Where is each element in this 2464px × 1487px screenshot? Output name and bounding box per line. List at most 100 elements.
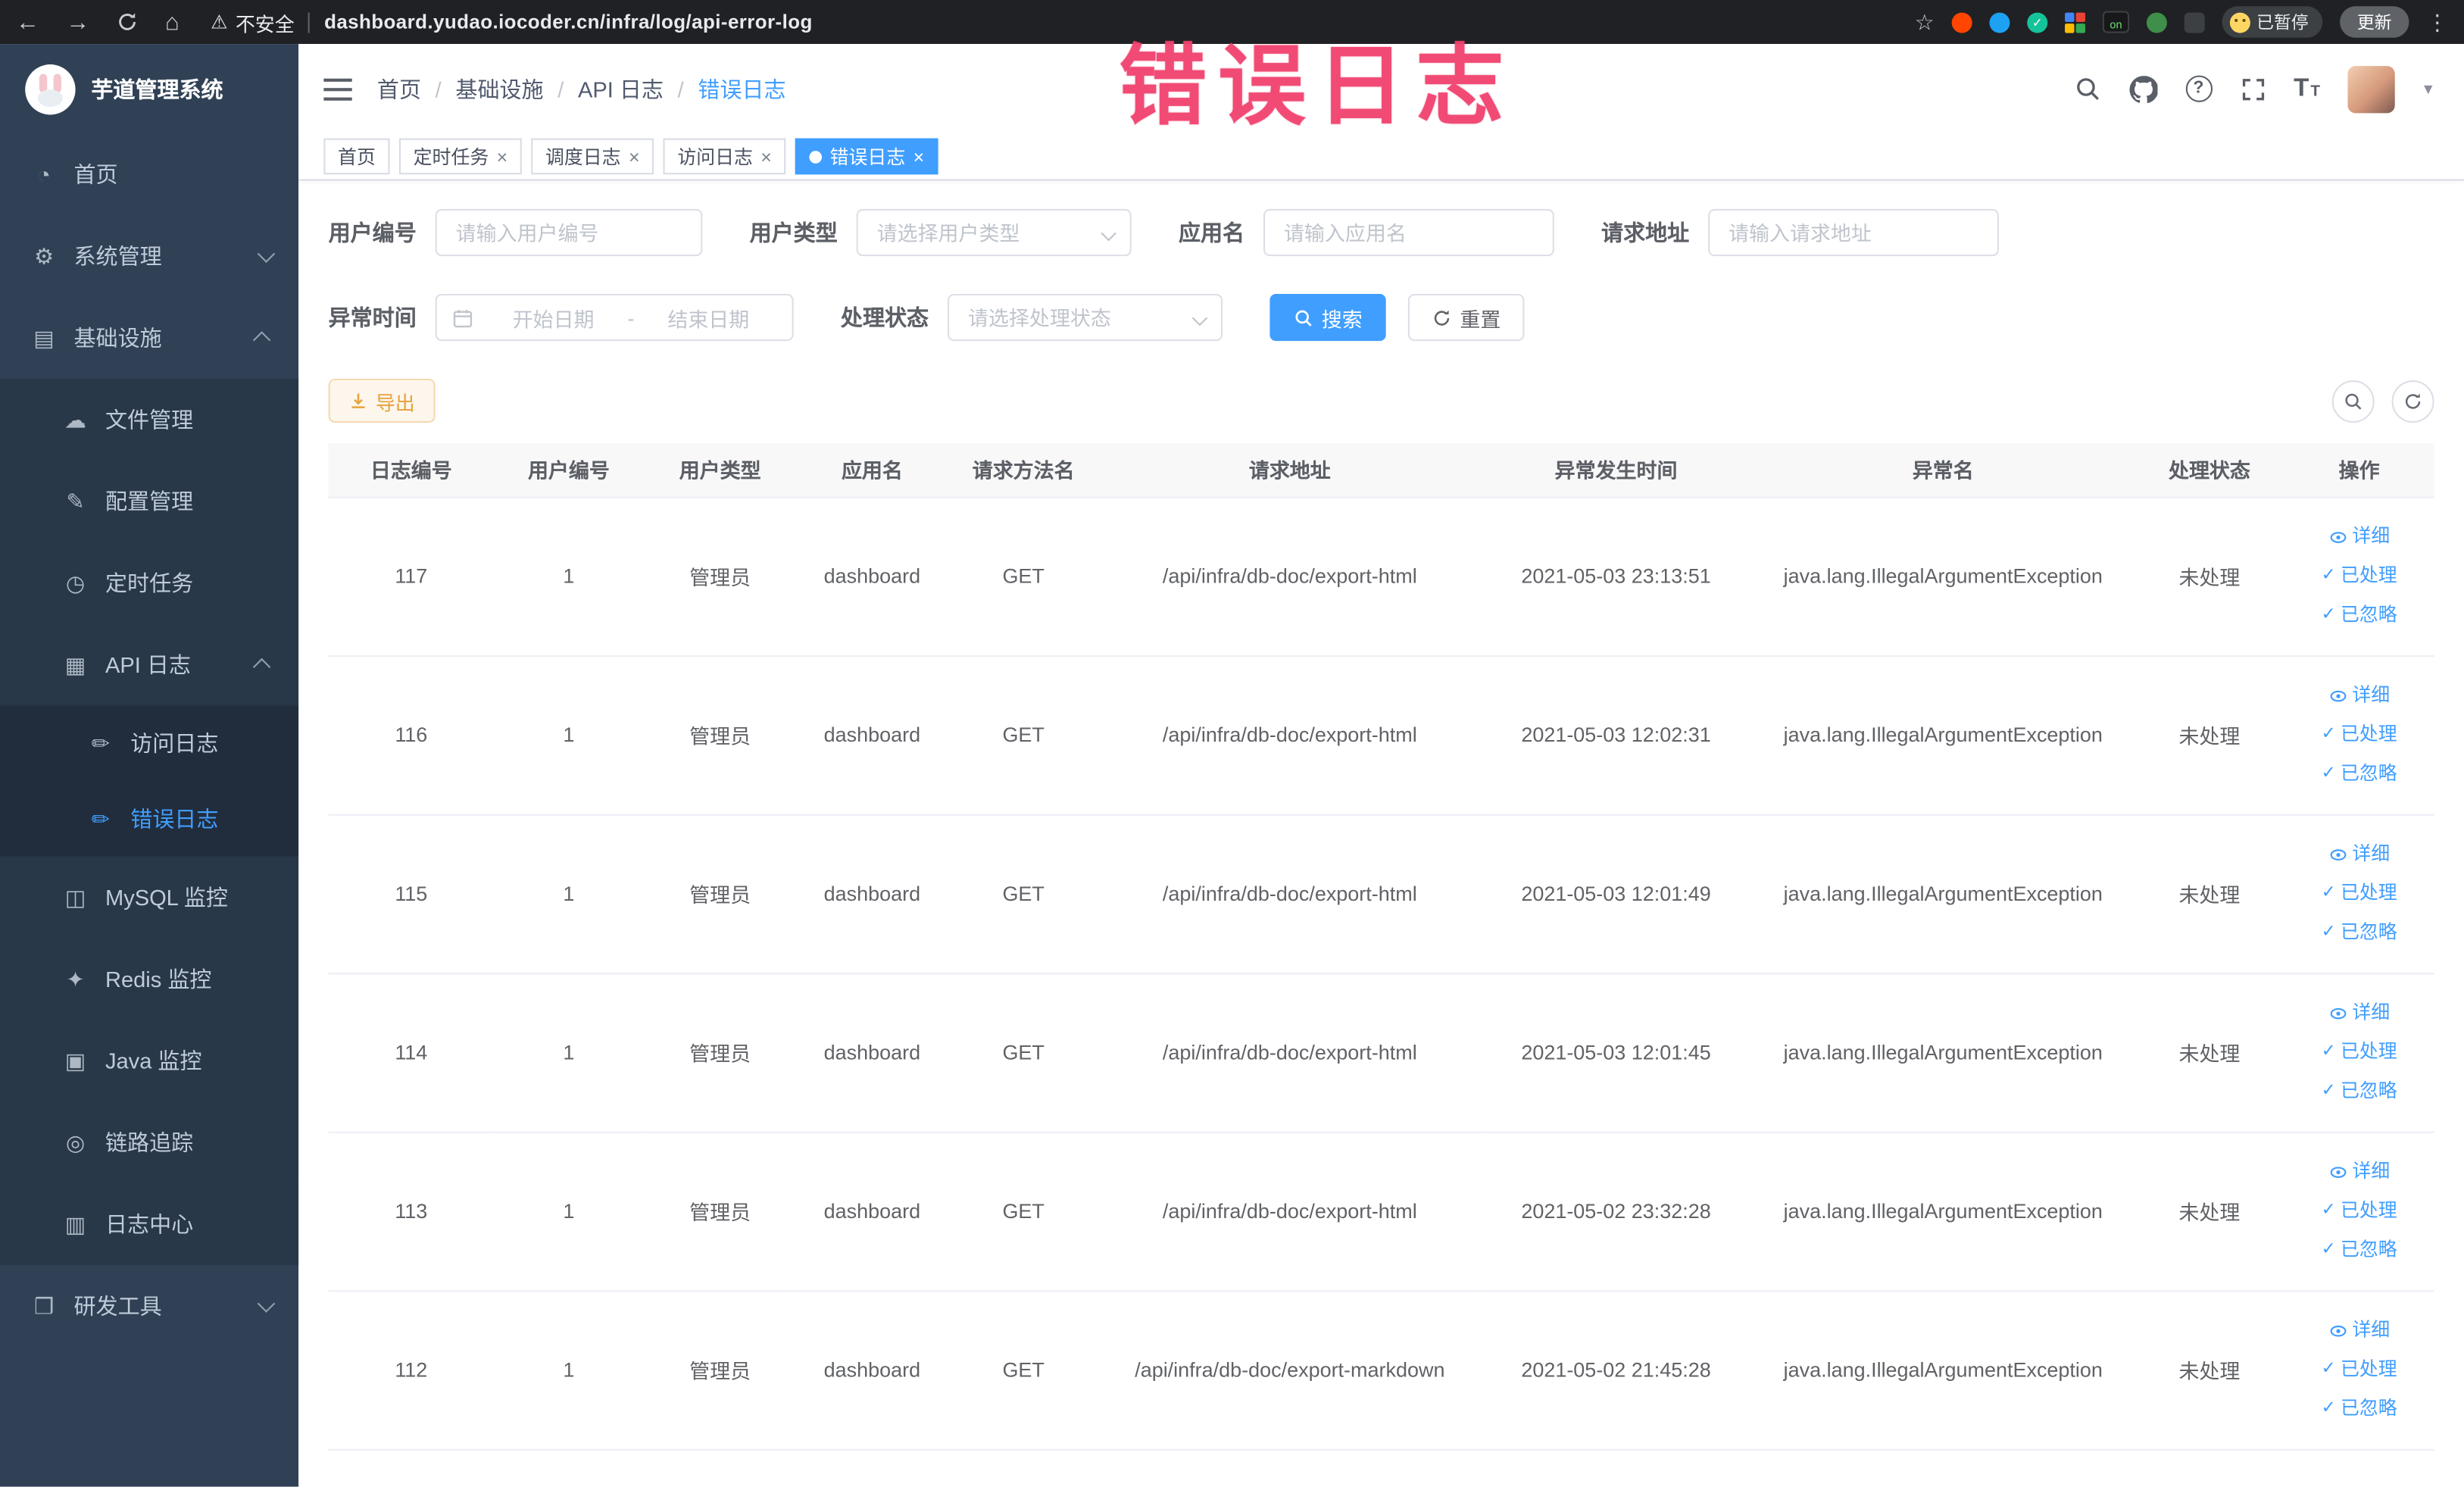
end-date-placeholder: 结束日期 (667, 307, 750, 331)
user-type-select[interactable] (856, 208, 1132, 257)
cell-method: GET (948, 973, 1100, 1132)
search-button[interactable]: 搜索 (1269, 293, 1386, 342)
mark-processed-link[interactable]: ✓ 已处理 (2292, 1192, 2426, 1231)
sidebar-item-home[interactable]: ◔ 首页 (0, 133, 298, 215)
mark-ignored-label: 已忽略 (2340, 1079, 2397, 1102)
date-range-input[interactable]: 开始日期 - 结束日期 (435, 293, 794, 342)
sidebar-item-system-management[interactable]: ⚙ 系统管理 (0, 215, 298, 297)
address-bar[interactable]: ⚠ 不安全 dashboard.yudao.iocoder.cn/infra/l… (211, 7, 813, 36)
mark-ignored-link[interactable]: ✓ 已忽略 (2292, 913, 2426, 952)
mark-ignored-link[interactable]: ✓ 已忽略 (2292, 754, 2426, 794)
cell-user-type: 管理员 (643, 655, 797, 815)
mark-processed-link[interactable]: ✓ 已处理 (2292, 1350, 2426, 1389)
access-log-icon: ✏ (91, 729, 110, 755)
detail-link[interactable]: 详细 (2292, 835, 2426, 874)
search-icon[interactable] (2074, 76, 2100, 102)
paused-label: 已暂停 (2256, 14, 2309, 33)
tab-home[interactable]: 首页 (323, 138, 390, 175)
sidebar-item-mysql-monitor[interactable]: ◫ MySQL 监控 (0, 856, 299, 939)
avatar-caret-icon[interactable]: ▾ (2424, 79, 2432, 99)
mark-ignored-link[interactable]: ✓ 已忽略 (2292, 1389, 2426, 1429)
close-icon[interactable]: × (760, 147, 772, 166)
extension-leaf-icon[interactable] (2146, 11, 2167, 33)
close-icon[interactable]: × (913, 147, 925, 166)
breadcrumb-item[interactable]: API 日志 (578, 73, 664, 104)
browser-back-button[interactable]: ← (16, 10, 39, 33)
bookmark-star-icon[interactable]: ☆ (1915, 8, 1935, 35)
tab-error-log[interactable]: 错误日志 × (795, 138, 938, 175)
detail-link[interactable]: 详细 (2292, 517, 2426, 557)
tab-cron-jobs[interactable]: 定时任务 × (398, 138, 522, 175)
extension-on-badge-icon[interactable]: on (2102, 11, 2130, 33)
extensions-puzzle-icon[interactable] (2184, 11, 2205, 33)
gear-icon: ⚙ (34, 242, 55, 268)
calendar-icon (452, 308, 473, 328)
sidebar-item-cron-jobs[interactable]: ◷ 定时任务 (0, 542, 299, 624)
sidebar-item-trace[interactable]: ◎ 链路追踪 (0, 1101, 299, 1184)
mark-processed-link[interactable]: ✓ 已处理 (2292, 715, 2426, 754)
extension-grid-icon[interactable] (2065, 11, 2086, 33)
cell-actions: 详细 ✓ 已处理 ✓ 已忽略 (2284, 973, 2434, 1132)
browser-menu-button[interactable]: ⋮ (2426, 8, 2448, 35)
sidebar-item-api-log[interactable]: ▦ API 日志 (0, 623, 299, 706)
browser-home-button[interactable]: ⌂ (165, 10, 180, 33)
sidebar-item-access-log[interactable]: ✏ 访问日志 (0, 705, 299, 782)
mark-ignored-link[interactable]: ✓ 已忽略 (2292, 1072, 2426, 1111)
paused-extension-badge[interactable]: 已暂停 (2222, 6, 2323, 38)
extension-orange-icon[interactable] (1951, 11, 1972, 33)
browser-update-button[interactable]: 更新 (2340, 6, 2409, 38)
mark-ignored-link[interactable]: ✓ 已忽略 (2292, 595, 2426, 635)
github-icon[interactable] (2128, 75, 2157, 103)
refresh-button[interactable] (2391, 380, 2434, 423)
toggle-search-button[interactable] (2331, 380, 2375, 423)
fullscreen-icon[interactable] (2241, 77, 2266, 102)
check-icon: ✓ (2321, 1201, 2336, 1220)
check-icon: ✓ (2321, 764, 2336, 783)
log-center-icon: ▥ (64, 1211, 86, 1236)
sidebar-item-redis-monitor[interactable]: ✦ Redis 监控 (0, 938, 299, 1020)
mark-processed-link[interactable]: ✓ 已处理 (2292, 556, 2426, 595)
check-icon: ✓ (2321, 1239, 2336, 1259)
browser-forward-button[interactable]: → (66, 10, 89, 33)
breadcrumb-item[interactable]: 基础设施 (455, 73, 543, 104)
sidebar-item-config-management[interactable]: ✎ 配置管理 (0, 460, 299, 542)
close-icon[interactable]: × (497, 147, 508, 166)
font-size-icon[interactable]: TT (2294, 76, 2320, 102)
trace-icon: ◎ (65, 1129, 86, 1154)
mark-processed-link[interactable]: ✓ 已处理 (2292, 1032, 2426, 1072)
reset-button[interactable]: 重置 (1407, 293, 1525, 342)
process-status-select[interactable] (947, 293, 1223, 342)
extension-green-check-icon[interactable]: ✓ (2027, 11, 2048, 33)
request-url-input[interactable] (1708, 208, 1999, 257)
cell-app-name: dashboard (796, 814, 948, 974)
extension-blue-icon[interactable] (1989, 11, 2010, 33)
column-header-actions: 操作 (2284, 443, 2434, 498)
mark-processed-link[interactable]: ✓ 已处理 (2292, 873, 2426, 913)
close-icon[interactable]: × (629, 147, 640, 166)
sidebar-item-label: 研发工具 (73, 1293, 162, 1319)
sidebar-collapse-button[interactable] (323, 77, 352, 100)
cell-user-type: 管理员 (643, 1131, 797, 1292)
detail-link[interactable]: 详细 (2292, 993, 2426, 1032)
sidebar-item-error-log[interactable]: ✏ 错误日志 (0, 781, 299, 857)
export-button[interactable]: 导出 (328, 378, 436, 423)
sidebar-item-java-monitor[interactable]: ▣ Java 监控 (0, 1020, 299, 1102)
detail-link[interactable]: 详细 (2292, 1310, 2426, 1350)
sidebar-item-file-management[interactable]: ☁ 文件管理 (0, 378, 299, 461)
breadcrumb-separator: / (557, 76, 564, 102)
help-icon[interactable]: ? (2184, 75, 2213, 102)
detail-link[interactable]: 详细 (2292, 1152, 2426, 1192)
breadcrumb-item[interactable]: 首页 (377, 73, 421, 104)
tab-access-log[interactable]: 访问日志 × (663, 138, 786, 175)
sidebar-item-dev-tools[interactable]: ❒ 研发工具 (0, 1265, 298, 1347)
user-id-input[interactable] (435, 208, 703, 257)
mark-ignored-link[interactable]: ✓ 已忽略 (2292, 1230, 2426, 1270)
browser-reload-button[interactable] (117, 11, 139, 33)
cell-method: GET (948, 814, 1100, 974)
tab-schedule-log[interactable]: 调度日志 × (531, 138, 654, 175)
sidebar-item-log-center[interactable]: ▥ 日志中心 (0, 1183, 299, 1266)
detail-link[interactable]: 详细 (2292, 676, 2426, 715)
user-avatar[interactable] (2348, 65, 2396, 113)
app-name-input[interactable] (1263, 208, 1554, 257)
sidebar-item-infrastructure[interactable]: ▤ 基础设施 (0, 297, 298, 379)
